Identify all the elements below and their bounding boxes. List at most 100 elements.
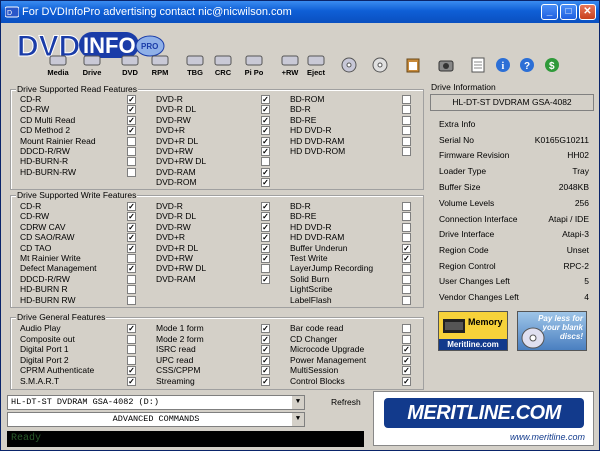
feature-checkbox[interactable]: ✓ [261,274,270,284]
feature-checkbox[interactable] [127,136,136,146]
feature-checkbox[interactable]: ✓ [261,202,270,211]
feature-checkbox[interactable] [402,324,411,333]
memory-ad[interactable]: Memory Meritline.com [438,311,508,351]
feature-checkbox[interactable]: ✓ [261,243,270,253]
drive-select[interactable]: HL-DT-ST DVDRAM GSA-4082 (D:) ▼ [7,395,305,410]
feature-checkbox[interactable]: ✓ [402,254,411,263]
feature-checkbox[interactable]: ✓ [402,345,411,355]
info-key: Loader Type [439,166,487,176]
dollar-icon[interactable]: $ [544,57,560,73]
blank-discs-ad[interactable]: Pay less for your blank discs! [517,311,587,351]
feature-checkbox[interactable] [127,334,136,344]
feature-checkbox[interactable]: ✓ [261,178,270,188]
feature-checkbox[interactable] [402,136,411,146]
feature-checkbox[interactable] [402,222,411,232]
maximize-button[interactable]: □ [560,4,577,20]
feature-checkbox[interactable]: ✓ [127,222,136,232]
feature-checkbox[interactable] [402,105,411,115]
meritline-ad[interactable]: MERITLINE.COM www.meritline.com [373,391,594,446]
feature-checkbox[interactable] [127,254,136,263]
feature-checkbox[interactable]: ✓ [261,105,270,115]
feature-checkbox[interactable] [402,115,411,125]
feature-checkbox[interactable] [402,147,411,156]
help-icon[interactable]: ? [519,57,535,73]
feature-checkbox[interactable]: ✓ [261,95,270,104]
feature-checkbox[interactable] [402,274,411,284]
chevron-down-icon[interactable]: ▼ [291,413,304,426]
notepad-icon[interactable] [470,57,486,73]
toolbar-icon [307,55,325,66]
feature-checkbox[interactable] [402,285,411,295]
feature-checkbox[interactable]: ✓ [261,377,270,386]
feature-checkbox[interactable] [402,264,411,274]
feature-checkbox[interactable] [261,157,270,167]
toolbar-button-0[interactable]: Media [45,55,71,77]
feature-checkbox[interactable]: ✓ [127,202,136,211]
feature-checkbox[interactable]: ✓ [127,95,136,104]
toolbar-button-4[interactable]: TBG [182,55,208,77]
feature-checkbox[interactable] [127,167,136,177]
feature-checkbox[interactable]: ✓ [402,377,411,386]
toolbar-button-2[interactable]: DVD [117,55,143,77]
feature-checkbox[interactable] [261,264,270,274]
feature-checkbox[interactable]: ✓ [261,126,270,136]
feature-checkbox[interactable] [127,147,136,156]
feature-checkbox[interactable]: ✓ [127,105,136,115]
feature-checkbox[interactable]: ✓ [261,222,270,232]
camera-icon[interactable] [438,57,454,73]
feature-checkbox[interactable]: ✓ [261,167,270,177]
feature-checkbox[interactable]: ✓ [261,366,270,376]
feature-checkbox[interactable]: ✓ [127,243,136,253]
refresh-button[interactable]: Refresh [331,397,361,407]
feature-label: DVD+R [156,232,186,243]
disc-dc-icon[interactable] [372,57,388,73]
feature-checkbox[interactable]: ✓ [402,355,411,365]
feature-checkbox[interactable] [402,233,411,243]
feature-checkbox[interactable]: ✓ [127,324,136,333]
chevron-down-icon[interactable]: ▼ [291,396,304,409]
toolbar-button-3[interactable]: RPM [147,55,173,77]
toolbar-button-6[interactable]: Pi Po [241,55,267,77]
feature-checkbox[interactable] [127,274,136,284]
feature-checkbox[interactable]: ✓ [127,115,136,125]
feature-checkbox[interactable] [402,126,411,136]
feature-checkbox[interactable]: ✓ [261,254,270,263]
feature-checkbox[interactable]: ✓ [402,366,411,376]
feature-checkbox[interactable]: ✓ [261,212,270,222]
clipboard-icon[interactable] [405,57,421,73]
feature-checkbox[interactable]: ✓ [127,264,136,274]
feature-checkbox[interactable]: ✓ [261,115,270,125]
feature-checkbox[interactable]: ✓ [127,233,136,243]
feature-checkbox[interactable]: ✓ [127,377,136,386]
info-icon[interactable]: i [495,57,511,73]
feature-checkbox[interactable]: ✓ [127,212,136,222]
feature-checkbox[interactable]: ✓ [261,324,270,333]
disc-icon[interactable] [341,57,357,73]
feature-checkbox[interactable]: ✓ [261,136,270,146]
toolbar-button-1[interactable]: Drive [79,55,105,77]
toolbar-button-5[interactable]: CRC [210,55,236,77]
feature-label: CD Changer [290,333,338,344]
feature-checkbox[interactable] [402,95,411,104]
toolbar-button-8[interactable]: Eject [303,55,329,77]
feature-checkbox[interactable] [127,157,136,167]
feature-checkbox[interactable]: ✓ [127,126,136,136]
advanced-commands-select[interactable]: ADVANCED COMMANDS ▼ [7,412,305,427]
feature-checkbox[interactable] [127,285,136,295]
feature-checkbox[interactable]: ✓ [261,345,270,355]
minimize-button[interactable]: _ [541,4,558,20]
feature-checkbox[interactable] [402,202,411,211]
feature-checkbox[interactable] [127,355,136,365]
feature-checkbox[interactable]: ✓ [261,147,270,156]
close-button[interactable]: ✕ [579,4,596,20]
feature-checkbox[interactable]: ✓ [402,243,411,253]
feature-checkbox[interactable]: ✓ [261,355,270,365]
feature-checkbox[interactable] [127,295,136,305]
feature-checkbox[interactable]: ✓ [261,233,270,243]
feature-checkbox[interactable] [127,345,136,355]
feature-checkbox[interactable]: ✓ [261,334,270,344]
feature-checkbox[interactable] [402,212,411,222]
feature-checkbox[interactable] [402,295,411,305]
feature-checkbox[interactable]: ✓ [127,366,136,376]
feature-checkbox[interactable] [402,334,411,344]
